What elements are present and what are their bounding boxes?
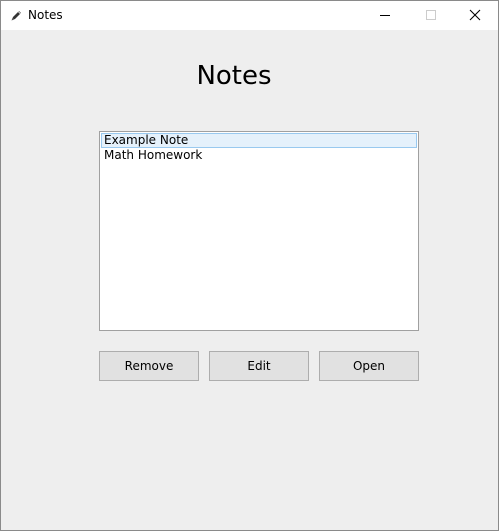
maximize-button[interactable] — [408, 1, 454, 30]
maximize-icon — [425, 6, 437, 25]
close-button[interactable] — [452, 1, 498, 30]
edit-button[interactable]: Edit — [209, 351, 309, 381]
list-item-label: Example Note — [104, 133, 189, 147]
minimize-icon — [379, 6, 391, 25]
list-item-example-note[interactable]: Example Note — [101, 133, 417, 148]
window-title: Notes — [28, 8, 63, 22]
notes-listbox[interactable]: Example Note Math Homework — [99, 131, 419, 331]
open-button[interactable]: Open — [319, 351, 419, 381]
list-item-label: Math Homework — [104, 148, 203, 162]
title-bar[interactable]: Notes — [1, 1, 498, 30]
remove-button[interactable]: Remove — [99, 351, 199, 381]
minimize-button[interactable] — [362, 1, 408, 30]
close-icon — [469, 6, 481, 25]
page-title: Notes — [196, 61, 272, 91]
pencil-icon — [9, 8, 23, 22]
list-item-math-homework[interactable]: Math Homework — [101, 148, 417, 163]
app-window: Notes Notes Example Note Math Homework R… — [0, 0, 499, 531]
